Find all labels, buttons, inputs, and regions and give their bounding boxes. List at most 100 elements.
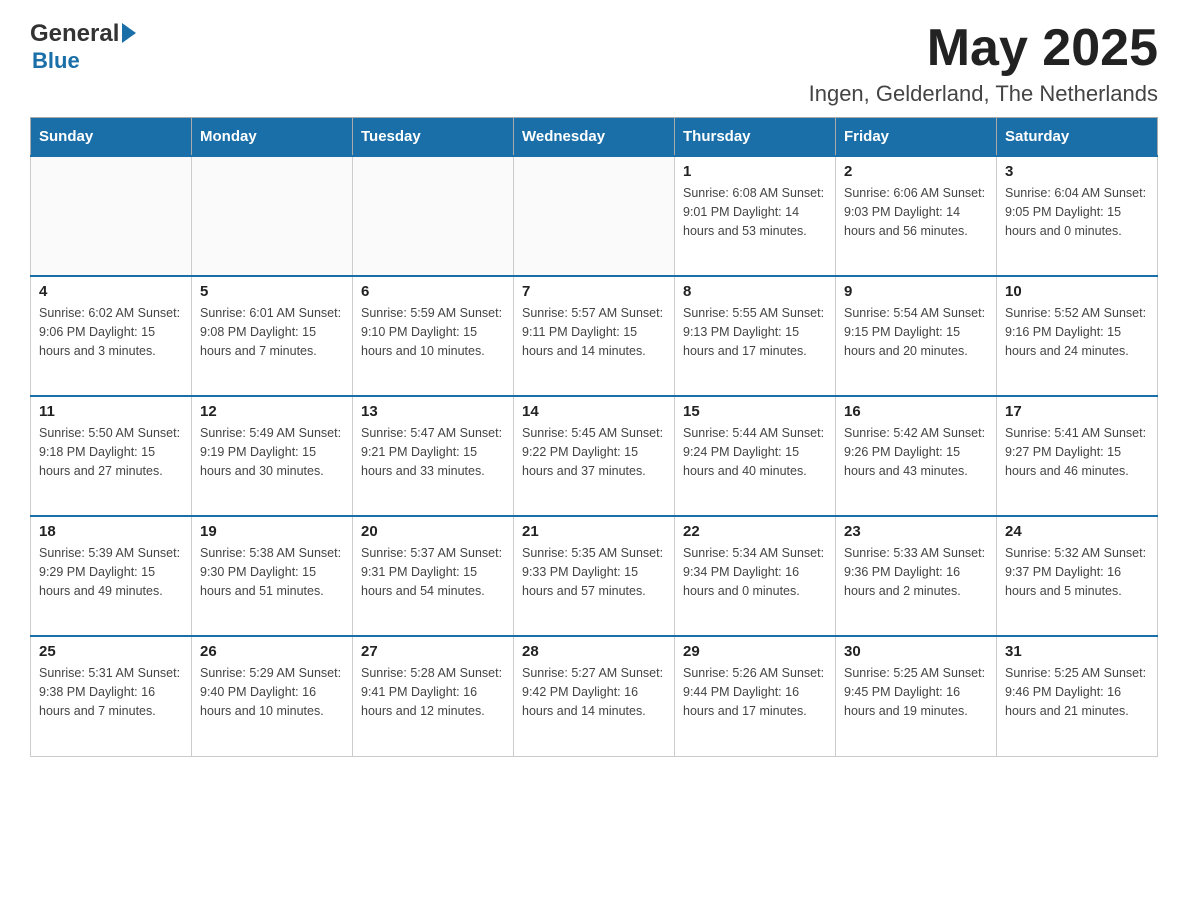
day-number: 16 [844, 403, 988, 420]
calendar-cell: 4 Sunrise: 6:02 AM Sunset: 9:06 PM Daylig… [31, 276, 192, 396]
day-info: Sunrise: 5:34 AM Sunset: 9:34 PM Dayligh… [683, 544, 827, 600]
day-info: Sunrise: 5:39 AM Sunset: 9:29 PM Dayligh… [39, 544, 183, 600]
day-number: 12 [200, 403, 344, 420]
calendar-cell: 14 Sunrise: 5:45 AM Sunset: 9:22 PM Dayli… [514, 396, 675, 516]
calendar-cell: 24Sunrise: 5:32 AM Sunset: 9:37 PM Dayli… [997, 516, 1158, 636]
calendar-cell: 28 Sunrise: 5:27 AM Sunset: 9:42 PM Dayli… [514, 636, 675, 756]
calendar-cell: 29 Sunrise: 5:26 AM Sunset: 9:44 PM Dayli… [675, 636, 836, 756]
day-number: 10 [1005, 283, 1149, 300]
day-info: Sunrise: 6:04 AM Sunset: 9:05 PM Dayligh… [1005, 184, 1149, 240]
calendar-cell: 6Sunrise: 5:59 AM Sunset: 9:10 PM Daylig… [353, 276, 514, 396]
day-info: Sunrise: 6:02 AM Sunset: 9:06 PM Dayligh… [39, 304, 183, 360]
day-number: 15 [683, 403, 827, 420]
calendar-cell [353, 156, 514, 276]
day-number: 13 [361, 403, 505, 420]
day-number: 20 [361, 523, 505, 540]
day-number: 3 [1005, 163, 1149, 180]
day-number: 8 [683, 283, 827, 300]
day-number: 4 [39, 283, 183, 300]
header-tuesday: Tuesday [353, 118, 514, 157]
day-info: Sunrise: 5:49 AM Sunset: 9:19 PM Dayligh… [200, 424, 344, 480]
calendar-cell: 5 Sunrise: 6:01 AM Sunset: 9:08 PM Daylig… [192, 276, 353, 396]
day-info: Sunrise: 5:25 AM Sunset: 9:46 PM Dayligh… [1005, 664, 1149, 720]
day-info: Sunrise: 5:38 AM Sunset: 9:30 PM Dayligh… [200, 544, 344, 600]
day-info: Sunrise: 5:27 AM Sunset: 9:42 PM Dayligh… [522, 664, 666, 720]
day-info: Sunrise: 6:08 AM Sunset: 9:01 PM Dayligh… [683, 184, 827, 240]
day-info: Sunrise: 5:42 AM Sunset: 9:26 PM Dayligh… [844, 424, 988, 480]
header-wednesday: Wednesday [514, 118, 675, 157]
day-number: 31 [1005, 643, 1149, 660]
day-number: 14 [522, 403, 666, 420]
calendar-header-row: Sunday Monday Tuesday Wednesday Thursday… [31, 118, 1158, 157]
day-info: Sunrise: 5:54 AM Sunset: 9:15 PM Dayligh… [844, 304, 988, 360]
calendar-cell [31, 156, 192, 276]
calendar-cell: 7Sunrise: 5:57 AM Sunset: 9:11 PM Daylig… [514, 276, 675, 396]
day-number: 29 [683, 643, 827, 660]
calendar-cell: 1Sunrise: 6:08 AM Sunset: 9:01 PM Daylig… [675, 156, 836, 276]
calendar-cell: 26 Sunrise: 5:29 AM Sunset: 9:40 PM Dayli… [192, 636, 353, 756]
logo-blue-text: Blue [32, 48, 80, 74]
day-info: Sunrise: 5:41 AM Sunset: 9:27 PM Dayligh… [1005, 424, 1149, 480]
day-number: 28 [522, 643, 666, 660]
day-info: Sunrise: 5:32 AM Sunset: 9:37 PM Dayligh… [1005, 544, 1149, 600]
week-row-5: 25Sunrise: 5:31 AM Sunset: 9:38 PM Dayli… [31, 636, 1158, 756]
day-number: 2 [844, 163, 988, 180]
calendar-cell: 13 Sunrise: 5:47 AM Sunset: 9:21 PM Dayli… [353, 396, 514, 516]
day-info: Sunrise: 5:59 AM Sunset: 9:10 PM Dayligh… [361, 304, 505, 360]
calendar-cell: 19 Sunrise: 5:38 AM Sunset: 9:30 PM Dayli… [192, 516, 353, 636]
calendar-table: Sunday Monday Tuesday Wednesday Thursday… [30, 117, 1158, 757]
day-number: 11 [39, 403, 183, 420]
day-number: 26 [200, 643, 344, 660]
calendar-cell: 25Sunrise: 5:31 AM Sunset: 9:38 PM Dayli… [31, 636, 192, 756]
week-row-1: 1Sunrise: 6:08 AM Sunset: 9:01 PM Daylig… [31, 156, 1158, 276]
calendar-cell: 10 Sunrise: 5:52 AM Sunset: 9:16 PM Dayli… [997, 276, 1158, 396]
calendar-cell: 8Sunrise: 5:55 AM Sunset: 9:13 PM Daylig… [675, 276, 836, 396]
calendar-cell: 2 Sunrise: 6:06 AM Sunset: 9:03 PM Daylig… [836, 156, 997, 276]
header-monday: Monday [192, 118, 353, 157]
page-header: General Blue May 2025 Ingen, Gelderland,… [30, 20, 1158, 107]
logo: General Blue [30, 20, 136, 74]
day-number: 19 [200, 523, 344, 540]
header-saturday: Saturday [997, 118, 1158, 157]
calendar-cell: 31 Sunrise: 5:25 AM Sunset: 9:46 PM Dayli… [997, 636, 1158, 756]
calendar-cell: 20 Sunrise: 5:37 AM Sunset: 9:31 PM Dayli… [353, 516, 514, 636]
logo-arrow-icon [122, 23, 136, 43]
day-info: Sunrise: 5:26 AM Sunset: 9:44 PM Dayligh… [683, 664, 827, 720]
day-info: Sunrise: 6:01 AM Sunset: 9:08 PM Dayligh… [200, 304, 344, 360]
day-info: Sunrise: 5:47 AM Sunset: 9:21 PM Dayligh… [361, 424, 505, 480]
day-number: 21 [522, 523, 666, 540]
header-sunday: Sunday [31, 118, 192, 157]
day-number: 25 [39, 643, 183, 660]
calendar-cell: 15 Sunrise: 5:44 AM Sunset: 9:24 PM Dayli… [675, 396, 836, 516]
week-row-2: 4 Sunrise: 6:02 AM Sunset: 9:06 PM Daylig… [31, 276, 1158, 396]
title-section: May 2025 Ingen, Gelderland, The Netherla… [809, 20, 1158, 107]
location-subtitle: Ingen, Gelderland, The Netherlands [809, 81, 1158, 107]
header-thursday: Thursday [675, 118, 836, 157]
calendar-cell: 12 Sunrise: 5:49 AM Sunset: 9:19 PM Dayli… [192, 396, 353, 516]
day-info: Sunrise: 6:06 AM Sunset: 9:03 PM Dayligh… [844, 184, 988, 240]
day-info: Sunrise: 5:28 AM Sunset: 9:41 PM Dayligh… [361, 664, 505, 720]
day-info: Sunrise: 5:29 AM Sunset: 9:40 PM Dayligh… [200, 664, 344, 720]
calendar-cell: 27 Sunrise: 5:28 AM Sunset: 9:41 PM Dayli… [353, 636, 514, 756]
calendar-cell: 11 Sunrise: 5:50 AM Sunset: 9:18 PM Dayli… [31, 396, 192, 516]
week-row-4: 18Sunrise: 5:39 AM Sunset: 9:29 PM Dayli… [31, 516, 1158, 636]
day-info: Sunrise: 5:37 AM Sunset: 9:31 PM Dayligh… [361, 544, 505, 600]
day-info: Sunrise: 5:50 AM Sunset: 9:18 PM Dayligh… [39, 424, 183, 480]
calendar-cell: 9Sunrise: 5:54 AM Sunset: 9:15 PM Daylig… [836, 276, 997, 396]
day-number: 7 [522, 283, 666, 300]
calendar-cell: 23Sunrise: 5:33 AM Sunset: 9:36 PM Dayli… [836, 516, 997, 636]
day-info: Sunrise: 5:52 AM Sunset: 9:16 PM Dayligh… [1005, 304, 1149, 360]
day-info: Sunrise: 5:44 AM Sunset: 9:24 PM Dayligh… [683, 424, 827, 480]
day-info: Sunrise: 5:25 AM Sunset: 9:45 PM Dayligh… [844, 664, 988, 720]
calendar-cell: 17Sunrise: 5:41 AM Sunset: 9:27 PM Dayli… [997, 396, 1158, 516]
day-number: 27 [361, 643, 505, 660]
day-number: 5 [200, 283, 344, 300]
calendar-cell: 22Sunrise: 5:34 AM Sunset: 9:34 PM Dayli… [675, 516, 836, 636]
calendar-cell: 3 Sunrise: 6:04 AM Sunset: 9:05 PM Daylig… [997, 156, 1158, 276]
header-friday: Friday [836, 118, 997, 157]
day-number: 23 [844, 523, 988, 540]
day-number: 30 [844, 643, 988, 660]
day-info: Sunrise: 5:45 AM Sunset: 9:22 PM Dayligh… [522, 424, 666, 480]
calendar-cell: 21Sunrise: 5:35 AM Sunset: 9:33 PM Dayli… [514, 516, 675, 636]
calendar-cell: 16 Sunrise: 5:42 AM Sunset: 9:26 PM Dayli… [836, 396, 997, 516]
